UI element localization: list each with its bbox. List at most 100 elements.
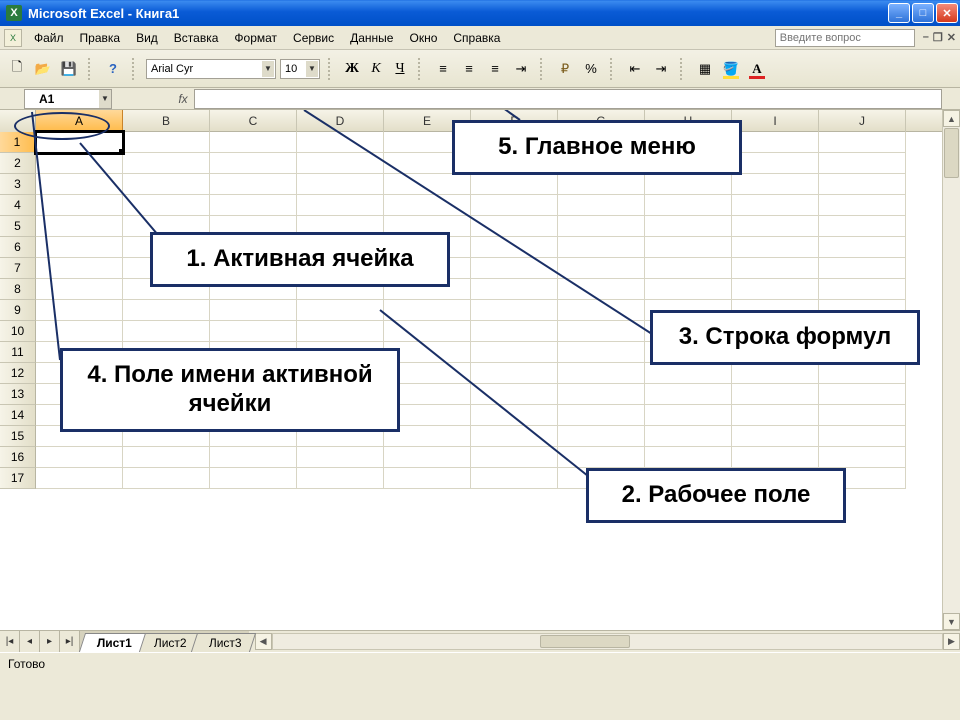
sheet-tab-1[interactable]: Лист1 <box>79 633 146 652</box>
cell[interactable] <box>471 405 558 426</box>
scroll-right-arrow-icon[interactable]: ▶ <box>943 633 960 650</box>
cell[interactable] <box>36 321 123 342</box>
sheet-last-icon[interactable]: ▸| <box>60 631 80 652</box>
help-icon[interactable]: ? <box>102 58 124 80</box>
row-header[interactable]: 17 <box>0 468 36 489</box>
maximize-button[interactable]: □ <box>912 3 934 23</box>
spreadsheet-grid[interactable]: ABCDEFGHIJ 1234567891011121314151617 1. … <box>0 110 942 630</box>
currency-icon[interactable]: ₽ <box>554 58 576 80</box>
name-box[interactable]: A1 ▼ <box>24 89 112 109</box>
decrease-indent-icon[interactable]: ⇤ <box>624 58 646 80</box>
column-header[interactable]: D <box>297 110 384 132</box>
sheet-prev-icon[interactable]: ◂ <box>20 631 40 652</box>
cell[interactable] <box>819 279 906 300</box>
row-header[interactable]: 8 <box>0 279 36 300</box>
cell[interactable] <box>471 195 558 216</box>
horizontal-scrollbar[interactable]: ◀ ▶ <box>255 631 960 652</box>
row-header[interactable]: 14 <box>0 405 36 426</box>
dropdown-arrow-icon[interactable]: ▼ <box>262 61 274 77</box>
cell[interactable] <box>297 300 384 321</box>
cell[interactable] <box>123 300 210 321</box>
cell[interactable] <box>558 426 645 447</box>
cell[interactable] <box>558 258 645 279</box>
underline-button[interactable]: Ч <box>390 58 410 80</box>
cell[interactable] <box>297 468 384 489</box>
row-header[interactable]: 2 <box>0 153 36 174</box>
open-icon[interactable]: 📂 <box>32 58 54 80</box>
doc-restore-button[interactable]: ❐ <box>933 31 943 44</box>
cell[interactable] <box>645 384 732 405</box>
doc-minimize-button[interactable]: – <box>923 31 929 44</box>
bold-button[interactable]: Ж <box>342 58 362 80</box>
cell[interactable] <box>297 132 384 153</box>
cell[interactable] <box>471 258 558 279</box>
cell[interactable] <box>732 174 819 195</box>
cell[interactable] <box>558 195 645 216</box>
cell[interactable] <box>732 426 819 447</box>
cell[interactable] <box>732 279 819 300</box>
increase-indent-icon[interactable]: ⇥ <box>650 58 672 80</box>
cell[interactable] <box>210 153 297 174</box>
cell[interactable] <box>819 132 906 153</box>
row-header[interactable]: 9 <box>0 300 36 321</box>
cell[interactable] <box>36 195 123 216</box>
cell[interactable] <box>471 342 558 363</box>
cell[interactable] <box>558 300 645 321</box>
row-header[interactable]: 11 <box>0 342 36 363</box>
cell[interactable] <box>819 153 906 174</box>
row-header[interactable]: 4 <box>0 195 36 216</box>
fill-color-icon[interactable]: 🪣 <box>720 58 742 80</box>
cell[interactable] <box>645 237 732 258</box>
cell[interactable] <box>210 195 297 216</box>
column-header[interactable]: C <box>210 110 297 132</box>
cell[interactable] <box>384 447 471 468</box>
cell[interactable] <box>123 468 210 489</box>
cell[interactable] <box>732 363 819 384</box>
align-center-icon[interactable]: ≡ <box>458 58 480 80</box>
menu-tools[interactable]: Сервис <box>285 29 342 47</box>
cell[interactable] <box>471 216 558 237</box>
cell[interactable] <box>471 321 558 342</box>
cell[interactable] <box>297 447 384 468</box>
cell[interactable] <box>36 447 123 468</box>
row-header[interactable]: 12 <box>0 363 36 384</box>
column-header[interactable]: A <box>36 110 123 132</box>
menu-file[interactable]: Файл <box>26 29 72 47</box>
cell[interactable] <box>819 384 906 405</box>
cell[interactable] <box>819 363 906 384</box>
column-header[interactable]: B <box>123 110 210 132</box>
cell[interactable] <box>471 426 558 447</box>
cell[interactable] <box>36 132 123 153</box>
cell[interactable] <box>558 384 645 405</box>
cell[interactable] <box>558 279 645 300</box>
hscroll-thumb[interactable] <box>540 635 630 648</box>
cell[interactable] <box>210 174 297 195</box>
font-color-icon[interactable]: A <box>746 58 768 80</box>
row-header[interactable]: 6 <box>0 237 36 258</box>
row-header[interactable]: 5 <box>0 216 36 237</box>
cell[interactable] <box>732 237 819 258</box>
doc-close-button[interactable]: ✕ <box>947 31 956 44</box>
font-size-selector[interactable]: 10 ▼ <box>280 59 320 79</box>
vertical-scrollbar[interactable]: ▲ ▼ <box>942 110 960 630</box>
column-header[interactable]: I <box>732 110 819 132</box>
cell[interactable] <box>471 363 558 384</box>
borders-icon[interactable]: ▦ <box>694 58 716 80</box>
scroll-left-arrow-icon[interactable]: ◀ <box>255 633 272 650</box>
cell[interactable] <box>36 300 123 321</box>
align-left-icon[interactable]: ≡ <box>432 58 454 80</box>
cell[interactable] <box>819 426 906 447</box>
cell[interactable] <box>123 195 210 216</box>
scroll-up-arrow-icon[interactable]: ▲ <box>943 110 960 127</box>
cell[interactable] <box>471 174 558 195</box>
formula-input[interactable] <box>194 89 942 109</box>
cell[interactable] <box>471 237 558 258</box>
cell[interactable] <box>384 300 471 321</box>
cell[interactable] <box>36 237 123 258</box>
cell[interactable] <box>819 447 906 468</box>
cell[interactable] <box>732 153 819 174</box>
cell[interactable] <box>36 153 123 174</box>
hscroll-track[interactable] <box>272 633 943 650</box>
cell[interactable] <box>819 237 906 258</box>
row-header[interactable]: 7 <box>0 258 36 279</box>
